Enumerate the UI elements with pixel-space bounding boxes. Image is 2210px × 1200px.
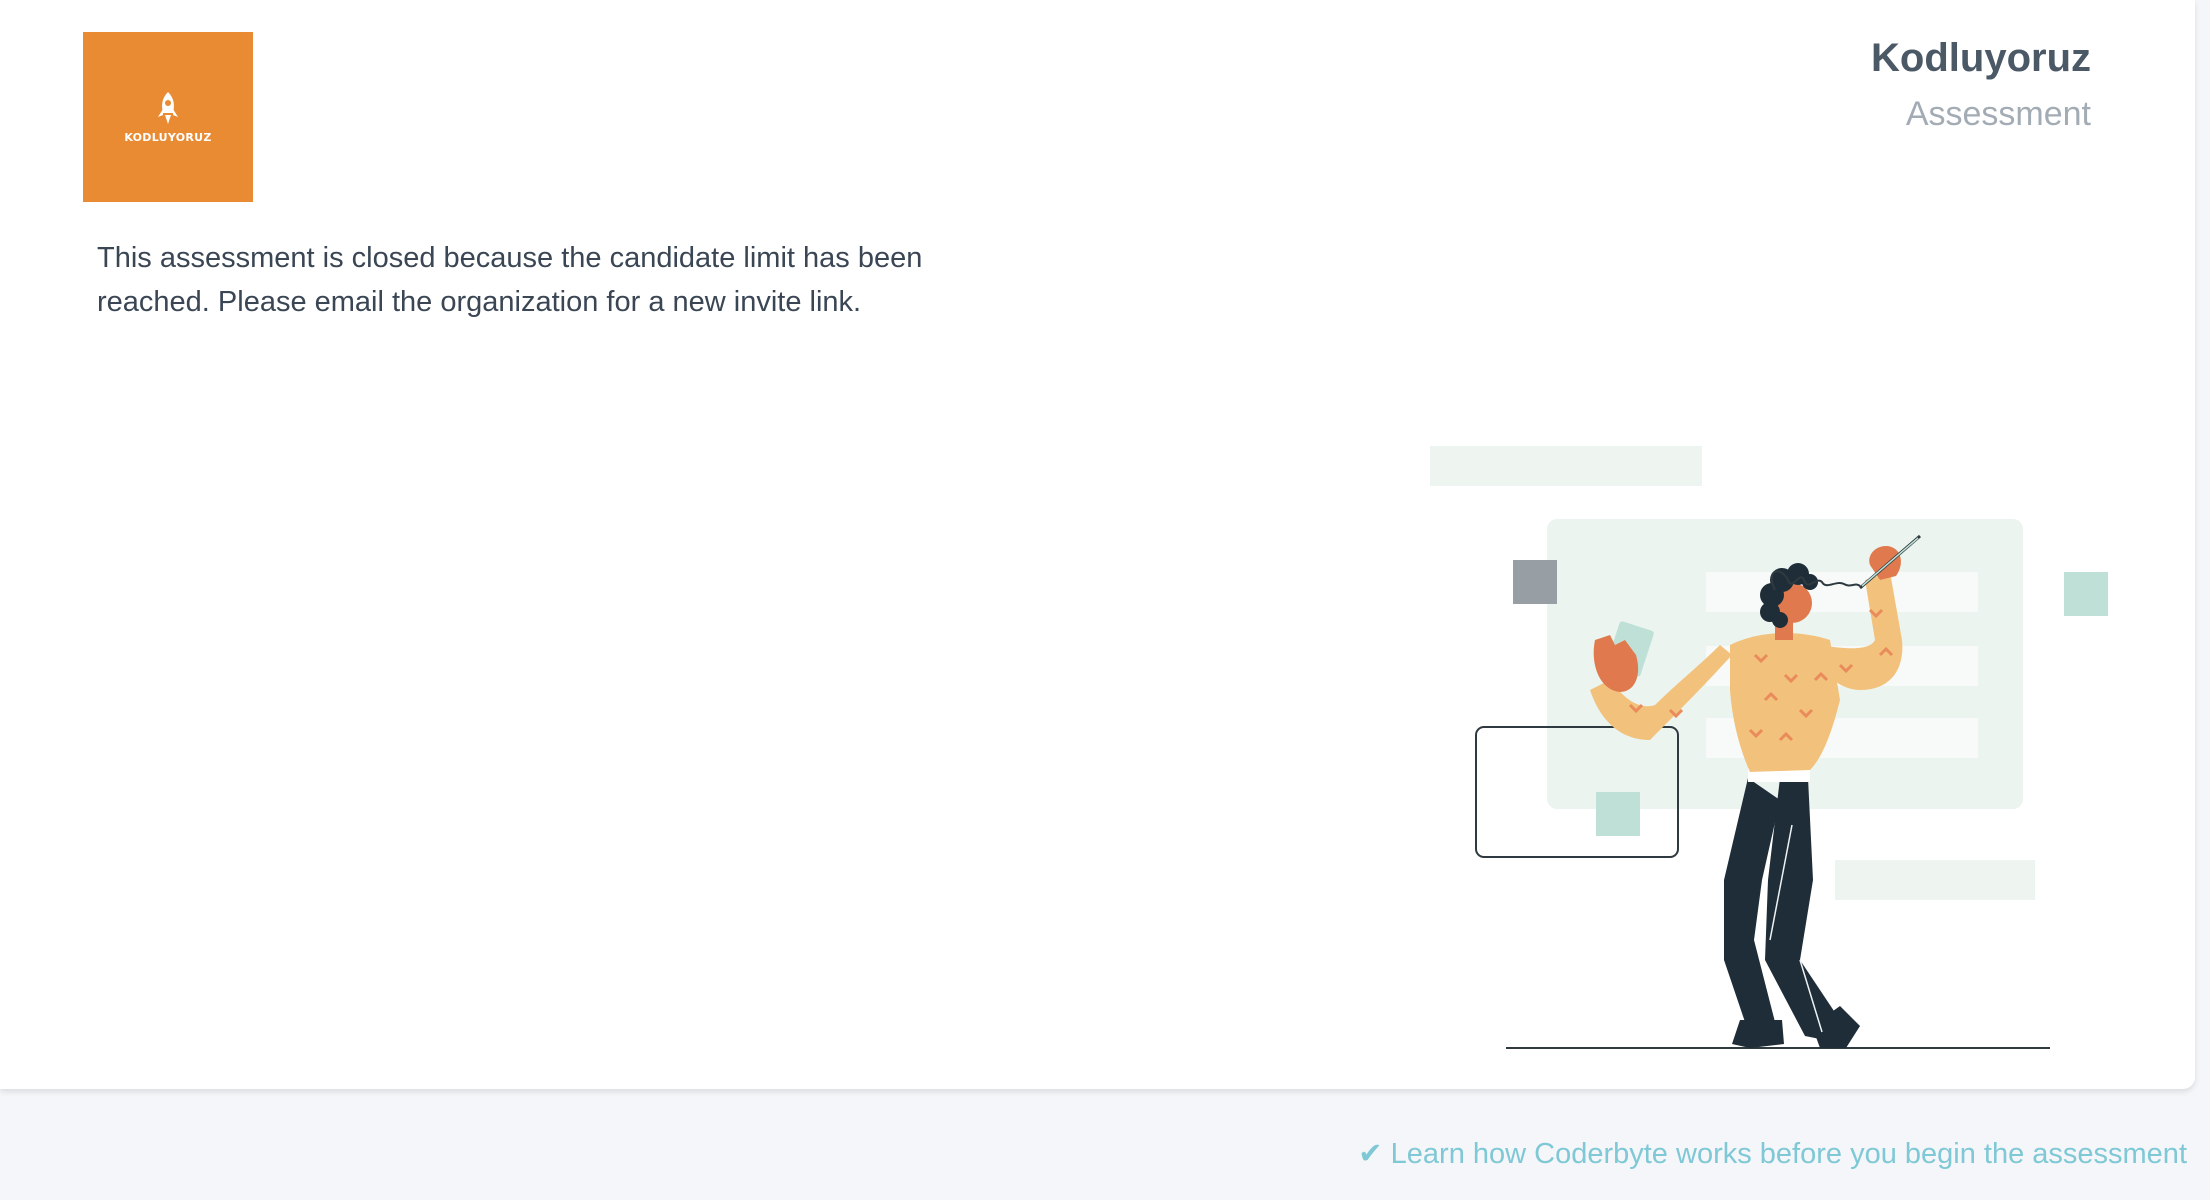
org-header: Kodluyoruz Assessment [1871,30,2091,142]
org-logo: KODLUYORUZ [83,32,253,202]
learn-coderbyte-link[interactable]: ✔ Learn how Coderbyte works before you b… [1358,1136,2187,1171]
person-drawing-illustration [1430,446,2108,1049]
org-name: Kodluyoruz [1871,36,2091,80]
learn-coderbyte-link-text: Learn how Coderbyte works before you beg… [1390,1138,2187,1170]
assessment-card: KODLUYORUZ Kodluyoruz Assessment This as… [0,0,2195,1089]
logo-text: KODLUYORUZ [124,130,212,144]
closed-message: This assessment is closed because the ca… [97,242,923,318]
check-icon: ✔ [1358,1138,1383,1170]
page-subtitle: Assessment [1905,95,2091,133]
rocket-icon [158,91,178,124]
